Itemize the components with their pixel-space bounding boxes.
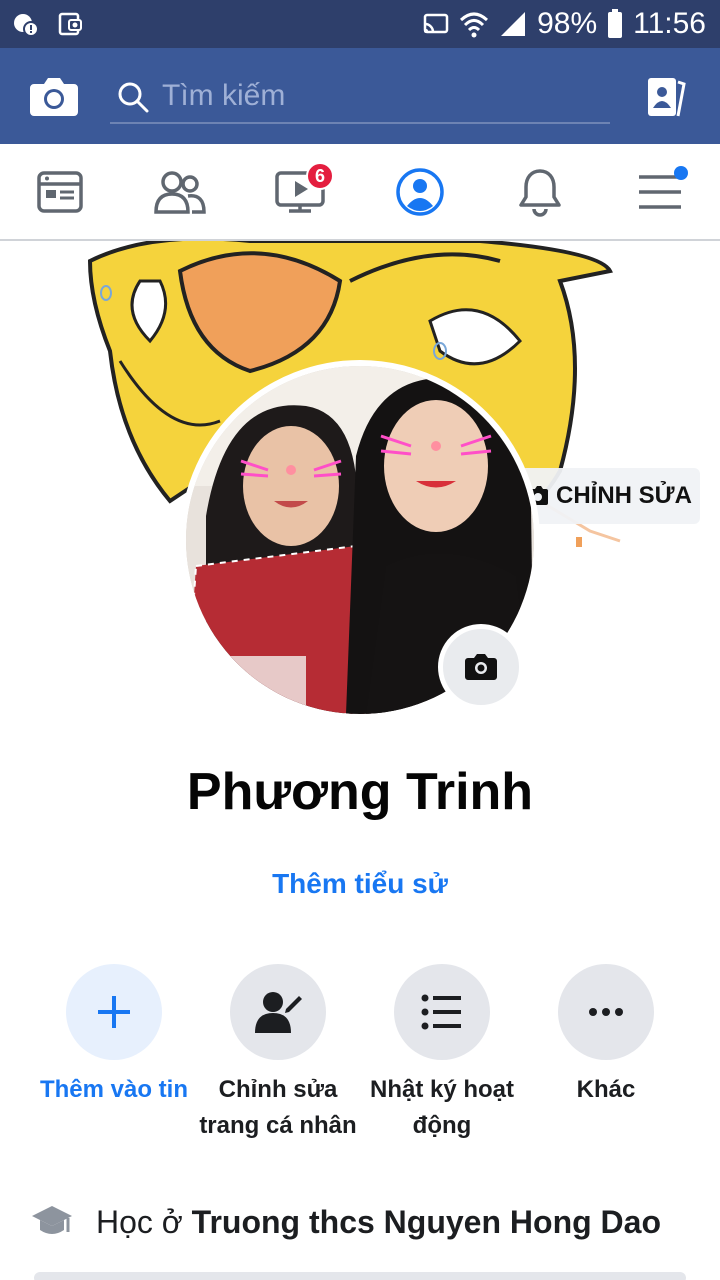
school-name[interactable]: Truong thcs Nguyen Hong Dao <box>192 1204 661 1240</box>
watch-badge: 6 <box>306 162 334 190</box>
activity-log-label: Nhật ký hoạt động <box>369 1076 515 1139</box>
camera-icon <box>465 654 497 680</box>
edit-profile-photo-button[interactable] <box>438 624 524 710</box>
tab-notifications[interactable] <box>480 144 600 240</box>
search-icon <box>118 82 149 113</box>
plus-icon <box>98 996 130 1028</box>
tab-bar: 6 <box>0 144 720 241</box>
more-label: Khác <box>576 1076 636 1103</box>
news-feed-icon <box>37 171 83 213</box>
status-right-icons: 98% 11:56 <box>423 0 706 48</box>
edit-profile-label: Chỉnh sửa trang cá nhân <box>199 1076 357 1139</box>
tab-watch[interactable]: 6 <box>240 144 360 240</box>
camera-icon[interactable] <box>28 70 80 122</box>
screenshot-icon <box>58 12 82 36</box>
cast-icon <box>423 13 449 34</box>
tab-friends[interactable] <box>120 144 240 240</box>
battery-percent: 98% <box>537 7 598 40</box>
tab-profile[interactable] <box>360 144 480 240</box>
activity-log-button[interactable]: Nhật ký hoạt động <box>357 964 527 1144</box>
details-card-edge <box>34 1272 686 1280</box>
friends-icon <box>154 171 206 214</box>
activity-log-circle[interactable] <box>394 964 490 1060</box>
menu-notification-dot <box>674 166 688 180</box>
status-left-icons <box>12 10 84 38</box>
battery-icon <box>608 9 623 38</box>
edit-profile-button[interactable]: Chỉnh sửa trang cá nhân <box>193 964 363 1144</box>
add-to-story-label: Thêm vào tin <box>39 1076 189 1103</box>
edit-cover-label: CHỈNH SỬA <box>556 482 692 509</box>
tab-news-feed[interactable] <box>0 144 120 240</box>
status-bar: 98% 11:56 <box>0 0 720 48</box>
wifi-icon <box>460 12 489 38</box>
graduation-cap-icon <box>32 1206 72 1234</box>
search-input[interactable] <box>162 76 592 116</box>
search-bar[interactable] <box>110 70 610 124</box>
more-circle[interactable] <box>558 964 654 1060</box>
contacts-icon[interactable] <box>644 76 688 120</box>
add-bio-link[interactable]: Thêm tiểu sử <box>0 868 720 900</box>
clock: 11:56 <box>633 7 706 40</box>
tab-menu[interactable] <box>600 144 720 240</box>
add-to-story-circle[interactable] <box>66 964 162 1060</box>
profile-name: Phương Trinh <box>186 763 534 821</box>
more-button[interactable]: Khác <box>521 964 691 1108</box>
education-text: Học ở Truong thcs Nguyen Hong Dao <box>96 1203 661 1240</box>
edit-cover-button[interactable]: CHỈNH SỬA <box>520 468 700 524</box>
edit-profile-icon <box>255 992 302 1033</box>
signal-icon <box>501 12 526 36</box>
edit-profile-circle[interactable] <box>230 964 326 1060</box>
notification-app-icon <box>14 14 39 37</box>
intro-education: Học ở Truong thcs Nguyen Hong Dao <box>30 1196 710 1248</box>
app-header <box>0 48 720 144</box>
bell-icon <box>519 169 561 217</box>
list-icon <box>421 994 461 1030</box>
add-to-story-button[interactable]: Thêm vào tin <box>29 964 199 1108</box>
profile-icon <box>396 168 444 216</box>
more-icon <box>589 1008 623 1016</box>
